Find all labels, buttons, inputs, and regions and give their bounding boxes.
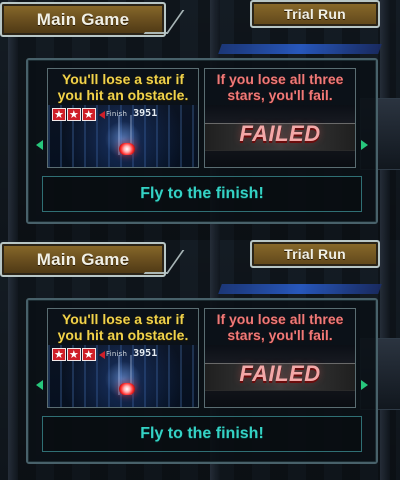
tab-trial-run-label: Trial Run bbox=[284, 246, 346, 262]
bottom-screen: Main Game Trial Run You'll lose a star i… bbox=[0, 240, 400, 480]
failed-preview: FAILED bbox=[205, 105, 355, 167]
star-icon: ★ bbox=[81, 348, 96, 361]
tab-trial-run-label: Trial Run bbox=[284, 6, 346, 22]
obstacle-hint-card: You'll lose a star if you hit an obstacl… bbox=[47, 68, 199, 168]
star-icon: ★ bbox=[81, 108, 96, 121]
star-icon: ★ bbox=[66, 108, 81, 121]
tab-main-game-label: Main Game bbox=[36, 249, 130, 269]
ship-icon bbox=[119, 383, 135, 395]
top-screen: Main Game Trial Run You'll lose a star i… bbox=[0, 0, 400, 240]
tab-trial-run[interactable]: Trial Run bbox=[250, 240, 380, 268]
ship-icon bbox=[119, 143, 135, 155]
finish-value: 3951 bbox=[133, 348, 158, 359]
fail-hint-card: If you lose all three stars, you'll fail… bbox=[204, 308, 356, 408]
chevron-left-icon[interactable] bbox=[36, 380, 43, 390]
stars-arrow-icon bbox=[98, 110, 105, 119]
background-blue-rail bbox=[218, 44, 382, 54]
tab-main-game-label: Main Game bbox=[36, 9, 130, 29]
failed-preview: FAILED bbox=[205, 345, 355, 407]
obstacle-hint-card: You'll lose a star if you hit an obstacl… bbox=[47, 308, 199, 408]
chevron-right-icon[interactable] bbox=[361, 140, 368, 150]
stars-indicator: ★ ★ ★ bbox=[52, 108, 105, 121]
tab-main-game[interactable]: Main Game bbox=[0, 2, 166, 37]
objective-banner: Fly to the finish! bbox=[42, 416, 362, 452]
star-icon: ★ bbox=[66, 348, 81, 361]
tab-main-game[interactable]: Main Game bbox=[0, 242, 166, 277]
fail-hint-caption: If you lose all three stars, you'll fail… bbox=[216, 71, 344, 103]
chevron-left-icon[interactable] bbox=[36, 140, 43, 150]
fail-hint-caption: If you lose all three stars, you'll fail… bbox=[216, 311, 344, 343]
obstacle-hint-caption: You'll lose a star if you hit an obstacl… bbox=[57, 71, 189, 103]
chevron-right-icon[interactable] bbox=[361, 380, 368, 390]
finish-value: 3951 bbox=[133, 108, 158, 119]
obstacle-hint-caption: You'll lose a star if you hit an obstacl… bbox=[57, 311, 189, 343]
stars-arrow-icon bbox=[98, 350, 105, 359]
tunnel-preview: ★ ★ ★ Finish 3951 bbox=[48, 345, 198, 407]
stars-indicator: ★ ★ ★ bbox=[52, 348, 105, 361]
star-icon: ★ bbox=[52, 348, 66, 361]
objective-banner: Fly to the finish! bbox=[42, 176, 362, 212]
star-icon: ★ bbox=[52, 108, 66, 121]
instruction-panel: You'll lose a star if you hit an obstacl… bbox=[26, 58, 378, 224]
failed-text: FAILED bbox=[239, 121, 321, 146]
instruction-panel: You'll lose a star if you hit an obstacl… bbox=[26, 298, 378, 464]
tunnel-preview: ★ ★ ★ Finish 3951 bbox=[48, 105, 198, 167]
tab-trial-run[interactable]: Trial Run bbox=[250, 0, 380, 28]
background-blue-rail bbox=[218, 284, 382, 294]
failed-text: FAILED bbox=[239, 361, 321, 386]
fail-hint-card: If you lose all three stars, you'll fail… bbox=[204, 68, 356, 168]
